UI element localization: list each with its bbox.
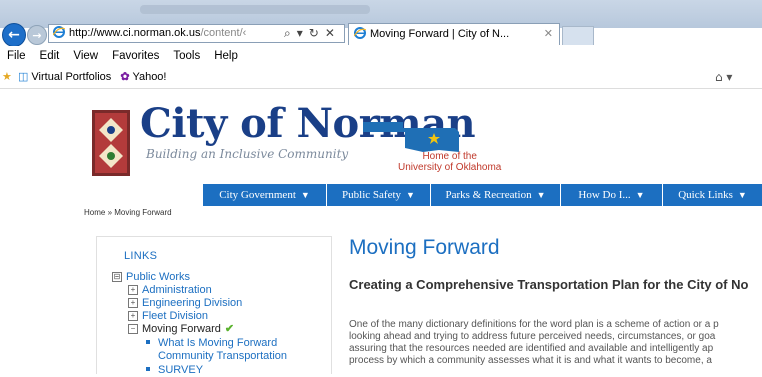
favorite-label: Yahoo! (132, 71, 167, 83)
refresh-icon[interactable]: ↻ (309, 24, 319, 43)
address-actions: ⌕ ▾ ↻ ✕ (280, 24, 335, 43)
chevron-down-icon: ▼ (300, 190, 310, 200)
nav-parks-recreation[interactable]: Parks & Recreation ▼ (431, 184, 561, 206)
nav-public-safety[interactable]: Public Safety ▼ (327, 184, 431, 206)
nav-city-government[interactable]: City Government ▼ (203, 184, 327, 206)
tab-moving-forward[interactable]: Moving Forward | City of N... ✕ (348, 23, 560, 45)
collapse-icon[interactable]: − (128, 324, 138, 334)
nav-label: Quick Links (678, 189, 733, 201)
link-label: Engineering Division (142, 297, 243, 309)
arrow-right-icon: → (32, 28, 42, 42)
city-seal-logo (92, 110, 130, 176)
main-nav: City Government ▼ Public Safety ▼ Parks & … (203, 184, 762, 206)
ie-icon (53, 26, 65, 38)
forward-button[interactable]: → (27, 25, 47, 45)
nav-quick-links[interactable]: Quick Links ▼ (663, 184, 762, 206)
bullet-icon (146, 340, 150, 344)
search-icon[interactable]: ⌕ (284, 24, 291, 43)
tab-title: Moving Forward | City of N... (370, 28, 510, 40)
home-icon[interactable]: ⌂ ▾ (715, 66, 732, 88)
expand-icon[interactable]: + (128, 311, 138, 321)
bullet-icon (146, 367, 150, 371)
link-label: Moving Forward (142, 323, 221, 335)
menu-edit[interactable]: Edit (33, 46, 67, 66)
links-heading: LINKS (124, 250, 158, 262)
checkmark-icon: ✔ (224, 323, 235, 335)
link-label: Public Works (126, 271, 190, 283)
menu-favorites[interactable]: Favorites (105, 46, 166, 66)
expand-icon[interactable]: + (128, 285, 138, 295)
home-of-ou-label: Home of the University of Oklahoma (398, 151, 501, 173)
link-what-is-moving-forward[interactable]: What Is Moving Forward (146, 337, 277, 350)
breadcrumb[interactable]: Home » Moving Forward (84, 208, 172, 217)
collapse-icon[interactable]: ⊟ (112, 272, 122, 282)
home-of-line-2: University of Oklahoma (398, 162, 502, 173)
stop-icon[interactable]: ✕ (325, 24, 335, 43)
menu-file[interactable]: File (0, 46, 33, 66)
page-title: Moving Forward (349, 236, 500, 259)
link-label: Administration (142, 284, 212, 296)
chevron-down-icon: ▼ (536, 190, 546, 200)
nav-label: City Government (219, 189, 296, 201)
chevron-down-icon: ▼ (406, 190, 415, 200)
link-label: SURVEY (158, 364, 204, 376)
link-fleet-division[interactable]: + Fleet Division (128, 310, 208, 323)
menu-tools[interactable]: Tools (166, 46, 207, 66)
link-label: Community Transportation (158, 350, 287, 362)
page-icon: ◫ (17, 71, 29, 83)
expand-icon[interactable]: + (128, 298, 138, 308)
link-label: Fleet Division (142, 310, 209, 322)
nav-label: Parks & Recreation (445, 189, 532, 201)
new-tab-button[interactable] (562, 26, 594, 45)
favorite-yahoo[interactable]: ✿ Yahoo! (120, 71, 166, 83)
window-title-blur (140, 5, 370, 14)
home-of-line-1: Home of the (422, 151, 477, 162)
favorites-bar: ★ ◫ Virtual Portfolios ✿ Yahoo! (0, 66, 762, 89)
link-engineering-division[interactable]: + Engineering Division (128, 297, 242, 310)
menu-help[interactable]: Help (207, 46, 245, 66)
tab-close-icon[interactable]: ✕ (544, 24, 553, 44)
body-line-1: One of the many dictionary definitions f… (349, 319, 719, 330)
link-administration[interactable]: + Administration (128, 284, 212, 297)
favorites-star-icon[interactable]: ★ (2, 71, 12, 83)
nav-label: Public Safety (342, 189, 402, 201)
address-host: http://www.ci.norman.ok.us (69, 27, 201, 39)
page-subtitle: Creating a Comprehensive Transportation … (349, 277, 749, 292)
body-line-3: assuring that the resources needed are i… (349, 343, 714, 354)
favorite-virtual-portfolios[interactable]: ◫ Virtual Portfolios (18, 71, 111, 83)
back-button[interactable]: ← (2, 23, 26, 47)
dropdown-icon[interactable]: ▾ (297, 24, 303, 43)
body-line-2: looking ahead and trying to address futu… (349, 331, 716, 342)
site-tagline: Building an Inclusive Community (146, 147, 349, 161)
menu-view[interactable]: View (66, 46, 105, 66)
chevron-down-icon: ▼ (635, 190, 645, 200)
link-community-transportation[interactable]: Community Transportation (158, 350, 287, 363)
nav-label: How Do I... (578, 189, 631, 201)
link-public-works[interactable]: ⊟ Public Works (112, 271, 190, 284)
link-moving-forward[interactable]: − Moving Forward ✔ (128, 323, 234, 336)
link-survey[interactable]: SURVEY (146, 364, 203, 377)
arrow-left-icon: ← (8, 27, 20, 43)
favorite-label: Virtual Portfolios (31, 71, 112, 83)
link-label: What Is Moving Forward (158, 337, 278, 349)
oklahoma-map-logo (363, 122, 459, 152)
nav-how-do-i[interactable]: How Do I... ▼ (561, 184, 663, 206)
menu-bar: File Edit View Favorites Tools Help (0, 46, 762, 66)
address-path: /content/‹ (200, 27, 247, 39)
ie-tab-icon (354, 27, 366, 39)
body-line-4: process by which a community assesses wh… (349, 355, 712, 366)
chevron-down-icon: ▼ (737, 190, 747, 200)
yahoo-icon: ✿ (120, 71, 130, 83)
